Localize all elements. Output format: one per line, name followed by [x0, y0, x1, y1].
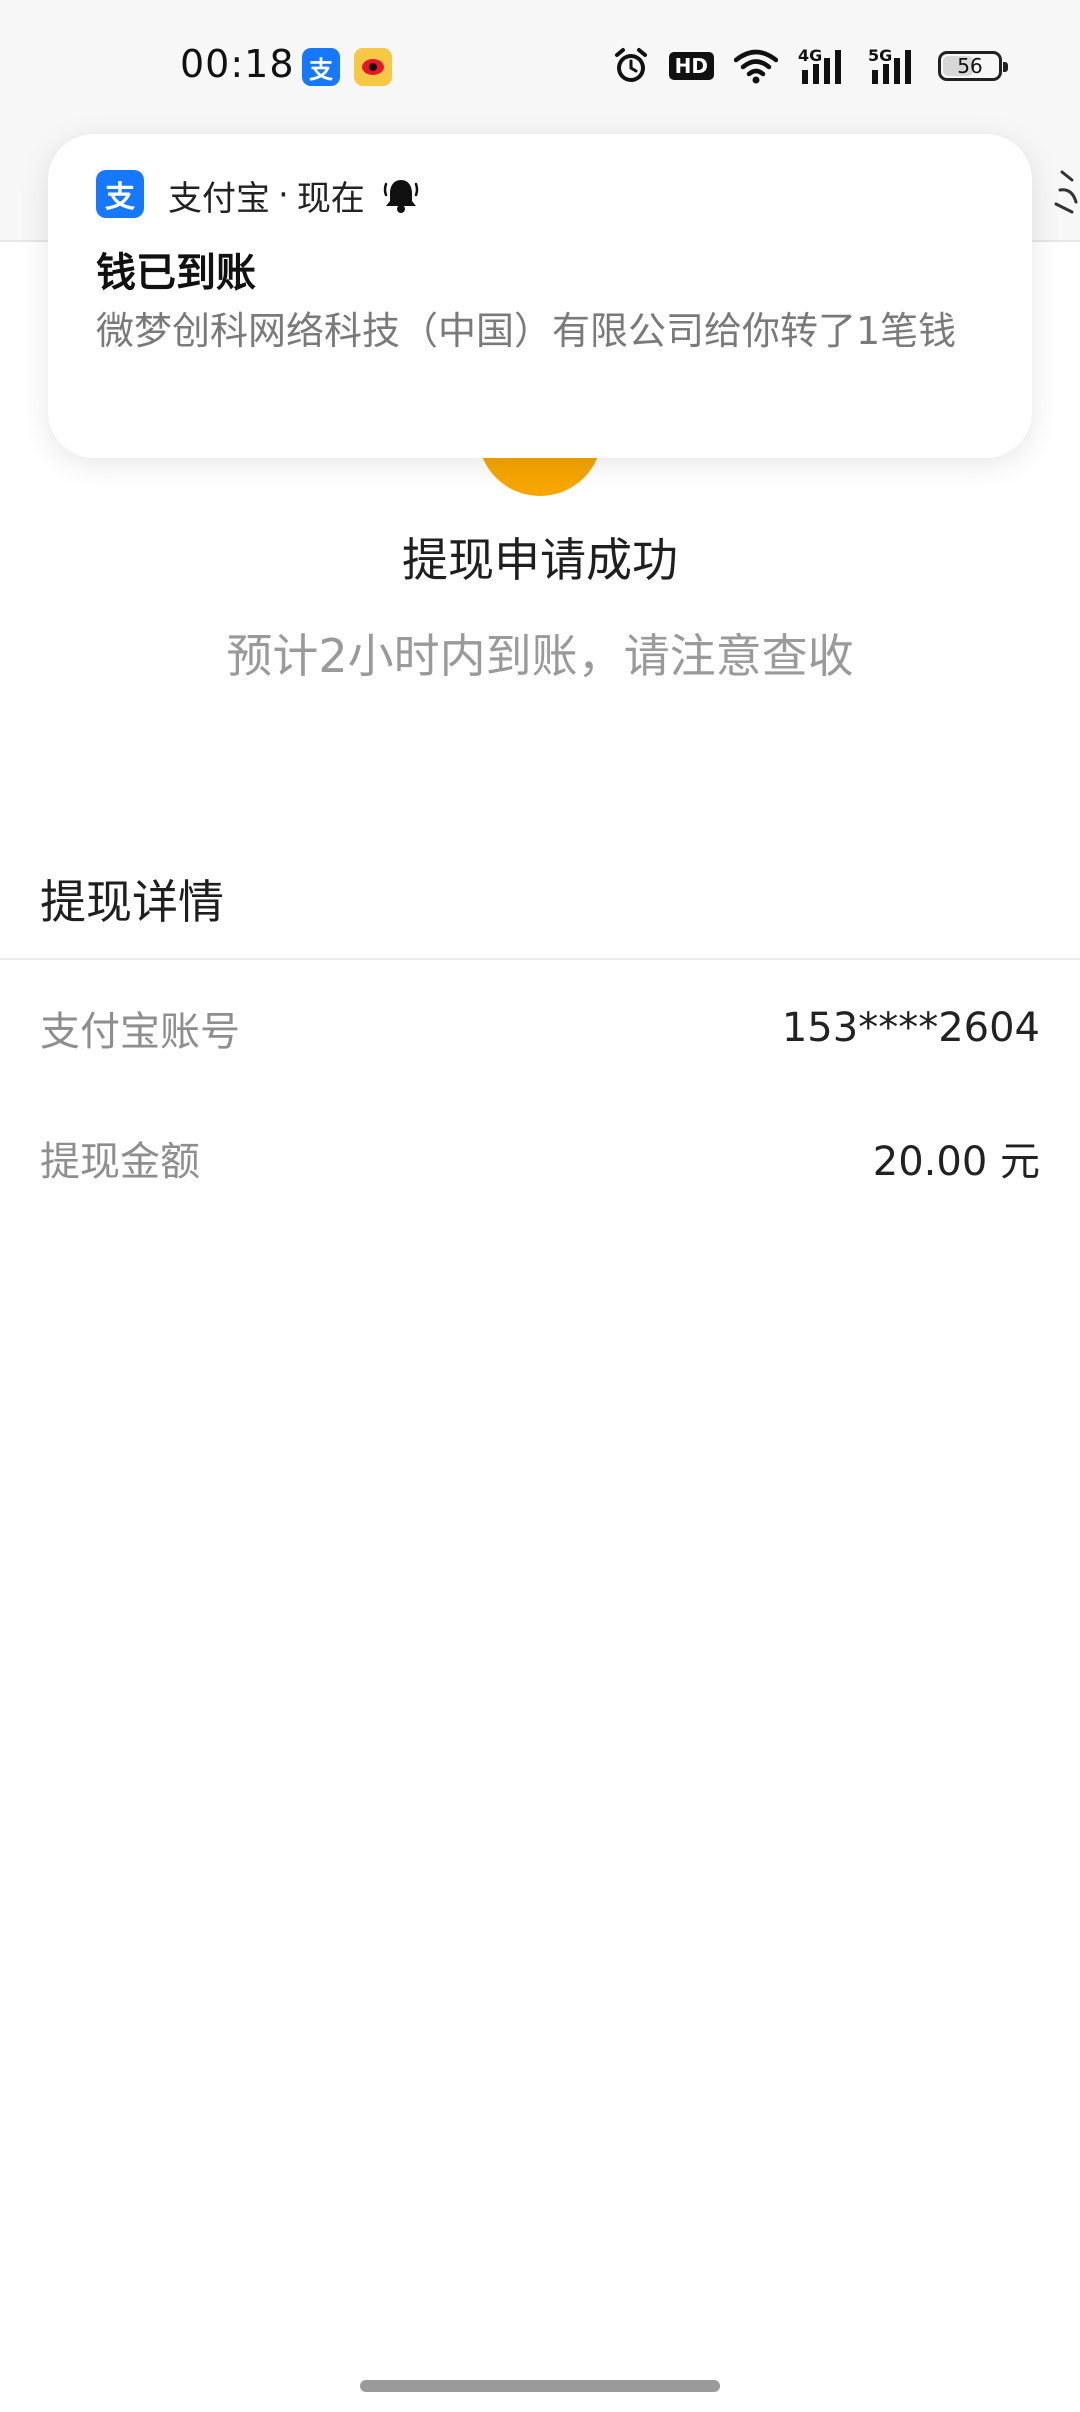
signal-5g-icon: 5G	[868, 46, 918, 86]
screen: 00:18 支 HD 4G 5G 56 支 支付宝 · 现在 钱已到账 微梦创科…	[0, 0, 1080, 2412]
detail-row-amount: 提现金额 20.00 元	[40, 1128, 1040, 1188]
notification-title: 钱已到账	[96, 250, 256, 296]
details-title: 提现详情	[40, 875, 224, 929]
account-value: 153****2604	[781, 1005, 1040, 1051]
status-bar: 00:18 支 HD 4G 5G 56	[0, 0, 1080, 140]
alipay-icon-glyph: 支	[309, 55, 333, 84]
success-subtitle: 预计2小时内到账，请注意查收	[226, 629, 854, 683]
notification-card[interactable]: 支 支付宝 · 现在 钱已到账 微梦创科网络科技（中国）有限公司给你转了1笔钱	[48, 134, 1032, 458]
notification-time: 现在	[296, 178, 365, 219]
amount-value: 20.00 元	[872, 1139, 1040, 1185]
alipay-icon: 支	[302, 48, 340, 86]
hd-icon: HD	[668, 52, 714, 80]
alipay-icon: 支	[96, 170, 144, 218]
notification-separator: ·	[278, 175, 289, 215]
battery-icon: 56	[938, 51, 1008, 81]
weibo-icon	[354, 48, 392, 86]
wifi-icon	[734, 49, 778, 84]
notification-body: 微梦创科网络科技（中国）有限公司给你转了1笔钱	[96, 309, 957, 353]
signal-4g-icon: 4G	[798, 46, 848, 86]
amount-label: 提现金额	[40, 1139, 200, 1185]
alarm-icon	[614, 48, 647, 82]
status-icons: HD 4G 5G 56	[613, 44, 1008, 88]
success-title: 提现申请成功	[402, 533, 678, 587]
detail-row-account: 支付宝账号 153****2604	[40, 998, 1040, 1058]
notification-header: 支付宝 · 现在	[168, 170, 419, 220]
details-divider	[0, 958, 1080, 960]
bell-icon	[383, 180, 419, 213]
header-action-icon[interactable]	[1042, 150, 1080, 230]
alipay-icon-glyph: 支	[105, 180, 135, 215]
home-indicator[interactable]	[360, 2380, 720, 2392]
status-time: 00:18	[180, 42, 295, 86]
battery-level: 56	[957, 54, 983, 78]
notification-app-name: 支付宝	[168, 178, 270, 219]
weibo-eye-shape	[362, 59, 384, 75]
account-label: 支付宝账号	[40, 1009, 240, 1055]
